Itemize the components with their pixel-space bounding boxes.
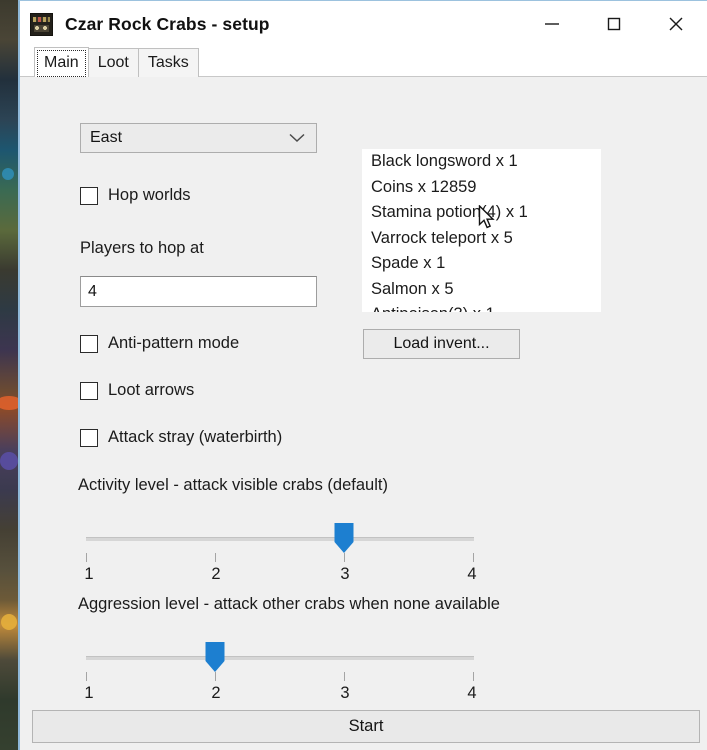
- app-icon: [30, 12, 53, 36]
- world-select[interactable]: East: [80, 123, 317, 153]
- start-button[interactable]: Start: [32, 710, 700, 743]
- title-bar[interactable]: Czar Rock Crabs - setup: [20, 1, 707, 47]
- players-to-hop-at-value: 4: [88, 282, 97, 300]
- background-blob: [1, 614, 17, 630]
- slider-tick-label: 4: [467, 684, 477, 702]
- slider-thumb-icon: [334, 523, 354, 553]
- list-item[interactable]: Coins x 12859: [362, 175, 601, 201]
- slider-tick: [86, 672, 87, 681]
- aggression-level-slider[interactable]: 1 2 3 4: [84, 640, 477, 702]
- list-item[interactable]: Antipoison(3) x 1: [362, 302, 601, 312]
- checkbox-box[interactable]: [80, 428, 98, 447]
- slider-tick: [473, 553, 474, 562]
- list-item[interactable]: Varrock teleport x 5: [362, 226, 601, 252]
- chevron-down-icon: [289, 133, 305, 143]
- slider-tick: [86, 553, 87, 562]
- tab-strip: Main Loot Tasks: [20, 47, 707, 77]
- loot-arrows-checkbox[interactable]: Loot arrows: [80, 381, 194, 400]
- tab-label: Loot: [97, 54, 129, 71]
- aggression-level-caption: Aggression level - attack other crabs wh…: [78, 595, 500, 613]
- tab-tasks[interactable]: Tasks: [137, 48, 199, 77]
- slider-tick-label: 3: [340, 565, 350, 583]
- background-blob: [0, 452, 18, 470]
- maximize-button[interactable]: [583, 1, 645, 47]
- slider-tick: [344, 672, 345, 681]
- maximize-icon: [607, 17, 621, 31]
- list-item[interactable]: Spade x 1: [362, 251, 601, 277]
- background-blob: [2, 168, 14, 180]
- tab-loot[interactable]: Loot: [87, 48, 139, 77]
- slider-tick: [215, 553, 216, 562]
- anti-pattern-mode-label: Anti-pattern mode: [108, 334, 240, 352]
- desktop-background: [0, 0, 22, 750]
- slider-tick-label: 1: [84, 565, 94, 583]
- main-tab-panel: East Hop worlds Players to hop at 4 Anti…: [22, 78, 707, 750]
- load-inventory-button[interactable]: Load invent...: [363, 329, 520, 359]
- checkbox-box[interactable]: [80, 334, 98, 353]
- slider-tick-label: 4: [467, 565, 477, 583]
- slider-tick-label: 2: [211, 684, 221, 702]
- slider-thumb-icon: [205, 642, 225, 672]
- slider-track[interactable]: [86, 537, 474, 541]
- world-select-value: East: [90, 129, 123, 146]
- inventory-list[interactable]: Black longsword x 1 Coins x 12859 Stamin…: [362, 149, 601, 312]
- loot-arrows-label: Loot arrows: [108, 381, 195, 399]
- checkbox-box[interactable]: [80, 381, 98, 400]
- tab-main[interactable]: Main: [34, 47, 89, 77]
- slider-tick-label: 3: [340, 684, 350, 702]
- slider-tick-label: 2: [211, 565, 221, 583]
- attack-stray-label: Attack stray (waterbirth): [108, 428, 283, 446]
- anti-pattern-mode-checkbox[interactable]: Anti-pattern mode: [80, 334, 239, 353]
- close-button[interactable]: [645, 1, 707, 47]
- window-title: Czar Rock Crabs - setup: [65, 13, 270, 34]
- slider-track[interactable]: [86, 656, 474, 660]
- list-item[interactable]: Stamina potion(4) x 1: [362, 200, 601, 226]
- hop-worlds-label: Hop worlds: [108, 186, 191, 204]
- activity-level-caption: Activity level - attack visible crabs (d…: [78, 476, 388, 494]
- slider-tick-label: 1: [84, 684, 94, 702]
- close-icon: [669, 17, 683, 31]
- window-controls: [521, 1, 707, 47]
- slider-tick: [344, 553, 345, 562]
- slider-thumb[interactable]: [204, 642, 227, 673]
- application-window: Czar Rock Crabs - setup Main Loot Tasks …: [18, 0, 707, 750]
- tab-label: Main: [44, 53, 79, 71]
- slider-tick: [215, 672, 216, 681]
- checkbox-box[interactable]: [80, 186, 98, 205]
- players-to-hop-at-input[interactable]: 4: [80, 276, 317, 307]
- minimize-button[interactable]: [521, 1, 583, 47]
- players-to-hop-at-label: Players to hop at: [80, 239, 204, 257]
- activity-level-slider[interactable]: 1 2 3 4: [84, 521, 477, 583]
- slider-thumb[interactable]: [333, 523, 356, 554]
- list-item[interactable]: Black longsword x 1: [362, 149, 601, 175]
- attack-stray-checkbox[interactable]: Attack stray (waterbirth): [80, 428, 282, 447]
- slider-tick: [473, 672, 474, 681]
- hop-worlds-checkbox[interactable]: Hop worlds: [80, 186, 191, 205]
- list-item[interactable]: Salmon x 5: [362, 277, 601, 303]
- minimize-icon: [545, 23, 559, 25]
- tab-label: Tasks: [147, 54, 189, 71]
